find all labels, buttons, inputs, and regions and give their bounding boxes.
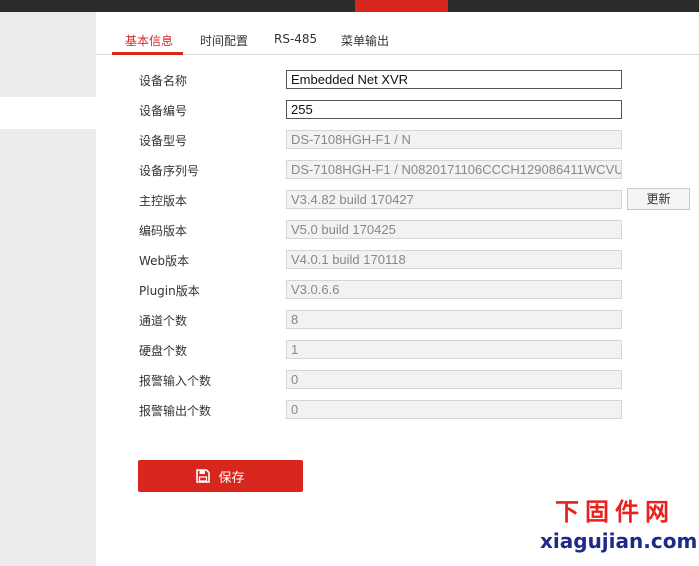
firmware-version-label: 主控版本: [139, 194, 188, 208]
tab-menu-output[interactable]: 菜单输出: [341, 32, 389, 49]
save-button[interactable]: 保存: [138, 460, 303, 492]
active-tab-indicator: [112, 52, 183, 55]
hdd-count-field: 1: [286, 340, 622, 359]
tab-rs485[interactable]: RS-485: [274, 32, 317, 46]
channel-count-field: 8: [286, 310, 622, 329]
device-model-field: DS-7108HGH-F1 / N: [286, 130, 622, 149]
tab-bar: 基本信息 时间配置 RS-485 菜单输出: [96, 12, 699, 55]
serial-number-label: 设备序列号: [139, 164, 200, 178]
channel-count-label: 通道个数: [139, 314, 188, 328]
alarm-output-count-field: 0: [286, 400, 622, 419]
encoding-version-label: 编码版本: [139, 224, 188, 238]
tab-basic-info[interactable]: 基本信息: [125, 32, 173, 49]
floppy-disk-icon: [196, 469, 211, 483]
web-version-label: Web版本: [139, 254, 190, 268]
top-bar: [0, 0, 699, 12]
plugin-version-field: V3.0.6.6: [286, 280, 622, 299]
device-number-label: 设备编号: [139, 104, 188, 118]
left-navigation-selected-gap: [0, 97, 96, 129]
watermark-en-text: xiagujian.com: [540, 529, 698, 553]
web-version-field: V4.0.1 build 170118: [286, 250, 622, 269]
firmware-version-field: V3.4.82 build 170427: [286, 190, 622, 209]
device-number-input[interactable]: 255: [286, 100, 622, 119]
alarm-input-count-field: 0: [286, 370, 622, 389]
device-name-label: 设备名称: [139, 74, 188, 88]
left-navigation: [0, 12, 96, 566]
watermark-cn-text: 下固件网: [555, 497, 675, 526]
hdd-count-label: 硬盘个数: [139, 344, 188, 358]
alarm-input-count-label: 报警输入个数: [139, 374, 212, 388]
device-name-input[interactable]: Embedded Net XVR: [286, 70, 622, 89]
top-bar-accent: [355, 0, 448, 12]
tab-time-settings[interactable]: 时间配置: [200, 32, 248, 49]
plugin-version-label: Plugin版本: [139, 284, 200, 298]
save-button-label: 保存: [218, 470, 245, 486]
alarm-output-count-label: 报警输出个数: [139, 404, 212, 418]
encoding-version-field: V5.0 build 170425: [286, 220, 622, 239]
serial-number-field: DS-7108HGH-F1 / N0820171106CCCH129086411…: [286, 160, 622, 179]
update-button[interactable]: 更新: [627, 188, 690, 210]
device-model-label: 设备型号: [139, 134, 188, 148]
watermark-logo: 下固件网 xiagujian.com: [540, 496, 698, 558]
